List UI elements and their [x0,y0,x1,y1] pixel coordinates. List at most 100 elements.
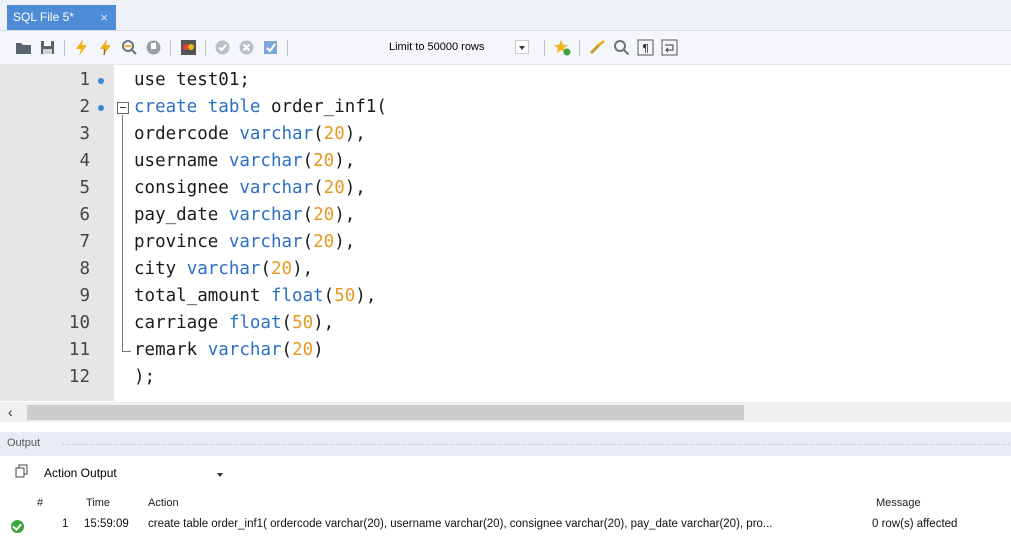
stop-icon[interactable] [144,38,163,57]
code-token: 20 [271,259,293,279]
output-type-select[interactable]: Action Output [44,466,117,480]
invisible-chars-icon[interactable]: ¶ [636,38,655,57]
explain-icon[interactable] [120,38,139,57]
wrap-icon[interactable] [660,38,679,57]
code-line[interactable]: 12); [0,364,1011,391]
code-line[interactable]: 9 total_amount float(50), [0,283,1011,310]
code-token: ), [292,259,314,279]
code-token: 20 [292,340,314,360]
execute-icon[interactable] [72,38,91,57]
toolbar-separator [64,40,65,56]
code-text: ); [134,364,155,391]
code-token: ), [355,286,377,306]
code-token: varchar [228,232,303,252]
column-header-action[interactable]: Action [148,497,179,509]
sql-editor[interactable]: 1 use test01; 2 create table order_inf1(3 or… [0,65,1011,401]
fold-toggle-icon[interactable] [117,102,129,114]
line-number: 2 [79,97,90,117]
code-text: province varchar(20), [134,229,355,256]
statement-marker-icon [98,78,104,84]
scroll-left-icon[interactable]: ‹ [8,404,13,420]
code-text: remark varchar(20) [134,337,324,364]
code-token: pay_date [134,205,229,225]
tab-title: SQL File 5* [13,10,74,24]
line-number: 7 [79,232,90,252]
code-token: ( [313,124,324,144]
column-header-time[interactable]: Time [86,497,110,509]
scrollbar-thumb[interactable] [27,405,744,420]
code-token: float [228,313,282,333]
code-text: username varchar(20), [134,148,355,175]
code-token: order_inf1( [260,97,387,117]
code-token: 20 [313,151,335,171]
code-token: ( [281,340,293,360]
code-token: ( [302,232,314,252]
limit-rows-select[interactable]: Limit to 50000 rows [384,38,539,57]
chevron-down-icon[interactable] [217,473,223,477]
code-line[interactable]: 10 carriage float(50), [0,310,1011,337]
code-token: ), [334,205,356,225]
toggle-error-icon[interactable] [179,38,198,57]
beautify-icon[interactable] [588,38,607,57]
code-token: varchar [239,178,314,198]
code-token: ), [334,151,356,171]
code-token: ), [344,178,366,198]
code-token: ( [260,259,271,279]
open-folder-icon[interactable] [14,38,33,57]
code-token: carriage [134,313,229,333]
code-token: remark [134,340,208,360]
toolbar-separator [287,40,288,56]
code-token: 50 [334,286,356,306]
code-token: ( [281,313,293,333]
code-token: varchar [186,259,261,279]
execute-statement-icon[interactable]: I [96,38,115,57]
code-text: consignee varchar(20), [134,175,366,202]
code-line[interactable]: 8 city varchar(20), [0,256,1011,283]
toolbar-separator [170,40,171,56]
line-number: 9 [79,286,90,306]
code-line[interactable]: 3 ordercode varchar(20), [0,121,1011,148]
code-line[interactable]: 7 province varchar(20), [0,229,1011,256]
save-icon[interactable] [38,38,57,57]
code-token: varchar [228,151,303,171]
close-icon[interactable]: × [100,5,108,30]
code-token: varchar [207,340,282,360]
tab-sql-file[interactable]: SQL File 5* × [7,5,116,30]
table-row[interactable]: 1 15:59:09 create table order_inf1( orde… [0,515,1011,535]
line-number: 8 [79,259,90,279]
success-icon [11,520,24,533]
code-token: ( [302,205,314,225]
code-token: ( [323,286,335,306]
code-token: consignee [134,178,240,198]
line-number: 5 [79,178,90,198]
find-icon[interactable] [612,38,631,57]
column-header-num[interactable]: # [37,497,43,509]
svg-text:¶: ¶ [642,42,649,55]
column-header-message[interactable]: Message [876,497,921,509]
code-line[interactable]: 5 consignee varchar(20), [0,175,1011,202]
editor-tab-strip: SQL File 5* × [0,0,1011,31]
chevron-down-icon[interactable] [515,40,529,54]
row-message: 0 row(s) affected [872,518,958,530]
line-number: 11 [68,340,90,360]
code-text: ordercode varchar(20), [134,121,366,148]
code-text: carriage float(50), [134,310,334,337]
limit-rows-label: Limit to 50000 rows [389,41,485,53]
code-line[interactable]: 6 pay_date varchar(20), [0,202,1011,229]
copy-icon[interactable] [15,464,29,478]
line-number: 4 [79,151,90,171]
code-token: 20 [313,205,335,225]
fold-guide [122,115,123,351]
code-line[interactable]: 1 use test01; [0,67,1011,94]
autocommit-icon[interactable] [261,38,280,57]
code-line[interactable]: 2 create table order_inf1( [0,94,1011,121]
code-text: create table order_inf1( [134,94,387,121]
panel-grip[interactable] [62,443,1009,447]
add-snippet-icon[interactable] [553,38,572,57]
code-line[interactable]: 4 username varchar(20), [0,148,1011,175]
code-text: total_amount float(50), [134,283,376,310]
commit-icon[interactable] [213,38,232,57]
horizontal-scrollbar[interactable]: ‹ [0,402,1011,422]
code-line[interactable]: 11 remark varchar(20) [0,337,1011,364]
rollback-icon[interactable] [237,38,256,57]
